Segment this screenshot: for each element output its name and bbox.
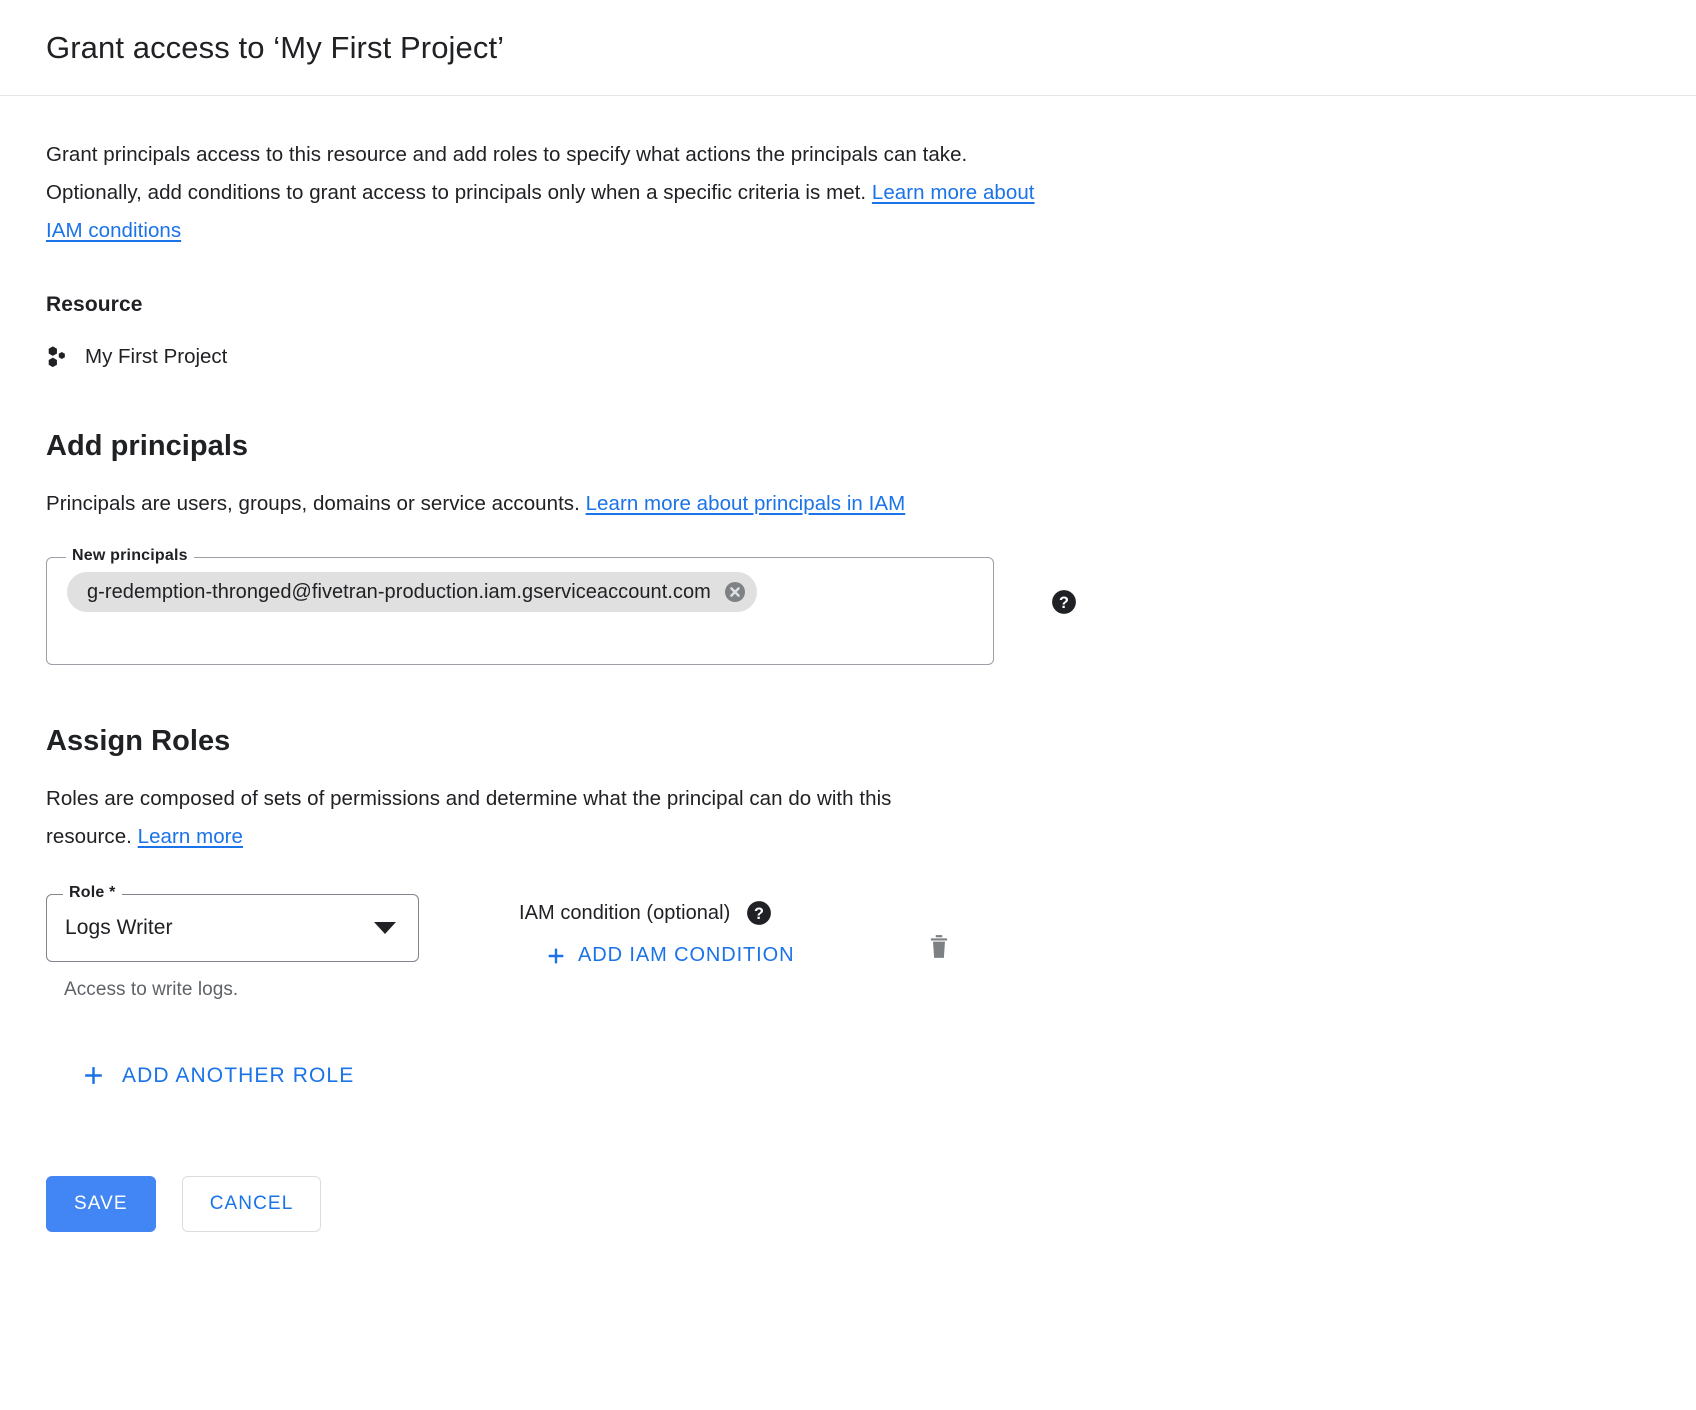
cancel-button[interactable]: CANCEL	[181, 1176, 322, 1232]
role-select-wrapper: Role * Logs Writer Access to write logs.	[46, 884, 419, 1001]
principal-chip[interactable]: g-redemption-thronged@fivetran-productio…	[67, 572, 757, 612]
project-icon	[48, 346, 65, 368]
role-select-legend: Role *	[63, 884, 122, 902]
role-row: Role * Logs Writer Access to write logs.…	[46, 884, 1696, 1001]
resource-label: Resource	[46, 293, 143, 316]
assign-roles-heading: Assign Roles	[46, 725, 231, 757]
iam-condition-label-row: IAM condition (optional) ?	[519, 900, 798, 926]
dialog-actions: SAVE CANCEL	[46, 1176, 1696, 1232]
principal-chip-list: g-redemption-thronged@fivetran-productio…	[67, 572, 757, 612]
add-iam-condition-label: ADD IAM CONDITION	[578, 944, 795, 966]
svg-text:?: ?	[754, 905, 764, 923]
intro-text: Grant principals access to this resource…	[46, 143, 968, 204]
delete-role-column	[926, 894, 952, 962]
help-icon[interactable]: ?	[1051, 589, 1077, 615]
resource-row: My First Project	[46, 344, 1696, 370]
page-title: Grant access to ‘My First Project’	[46, 29, 505, 65]
role-helper-text: Access to write logs.	[64, 979, 239, 1000]
add-principals-heading: Add principals	[46, 430, 249, 462]
trash-icon[interactable]	[926, 932, 952, 962]
new-principals-legend: New principals	[66, 547, 194, 565]
learn-more-principals-link[interactable]: Learn more about principals in IAM	[586, 492, 906, 515]
dialog-body: Grant principals access to this resource…	[0, 136, 1696, 1232]
learn-more-roles-link[interactable]: Learn more	[138, 825, 243, 848]
role-select-value: Logs Writer	[65, 916, 173, 939]
plus-icon	[85, 1067, 102, 1084]
iam-condition-column: IAM condition (optional) ? ADD IAM CONDI…	[519, 894, 798, 973]
assign-roles-description: Roles are composed of sets of permission…	[46, 780, 981, 856]
add-principals-description: Principals are users, groups, domains or…	[46, 485, 981, 523]
save-button[interactable]: SAVE	[46, 1176, 156, 1232]
resource-name: My First Project	[85, 345, 228, 368]
new-principals-help-wrapper: ?	[1051, 589, 1077, 615]
new-principals-row: New principals g-redemption-thronged@fiv…	[46, 547, 1696, 665]
add-iam-condition-button[interactable]: ADD IAM CONDITION	[541, 938, 798, 973]
grant-access-dialog: Grant access to ‘My First Project’ Grant…	[0, 0, 1696, 1410]
chevron-down-icon[interactable]	[374, 922, 396, 934]
help-icon[interactable]: ?	[746, 900, 772, 926]
iam-condition-label: IAM condition (optional)	[519, 901, 731, 924]
close-circle-icon[interactable]	[723, 580, 747, 604]
add-another-role-button[interactable]: ADD ANOTHER ROLE	[75, 1055, 360, 1096]
svg-text:?: ?	[1059, 594, 1069, 612]
new-principals-field[interactable]: New principals g-redemption-thronged@fiv…	[46, 547, 994, 665]
plus-icon	[548, 948, 564, 963]
dialog-header: Grant access to ‘My First Project’	[0, 0, 1696, 96]
intro-paragraph: Grant principals access to this resource…	[46, 136, 1056, 250]
role-select[interactable]: Role * Logs Writer	[46, 884, 419, 962]
add-principals-description-text: Principals are users, groups, domains or…	[46, 492, 580, 515]
principal-chip-label: g-redemption-thronged@fivetran-productio…	[87, 580, 711, 603]
add-another-role-label: ADD ANOTHER ROLE	[122, 1063, 355, 1087]
